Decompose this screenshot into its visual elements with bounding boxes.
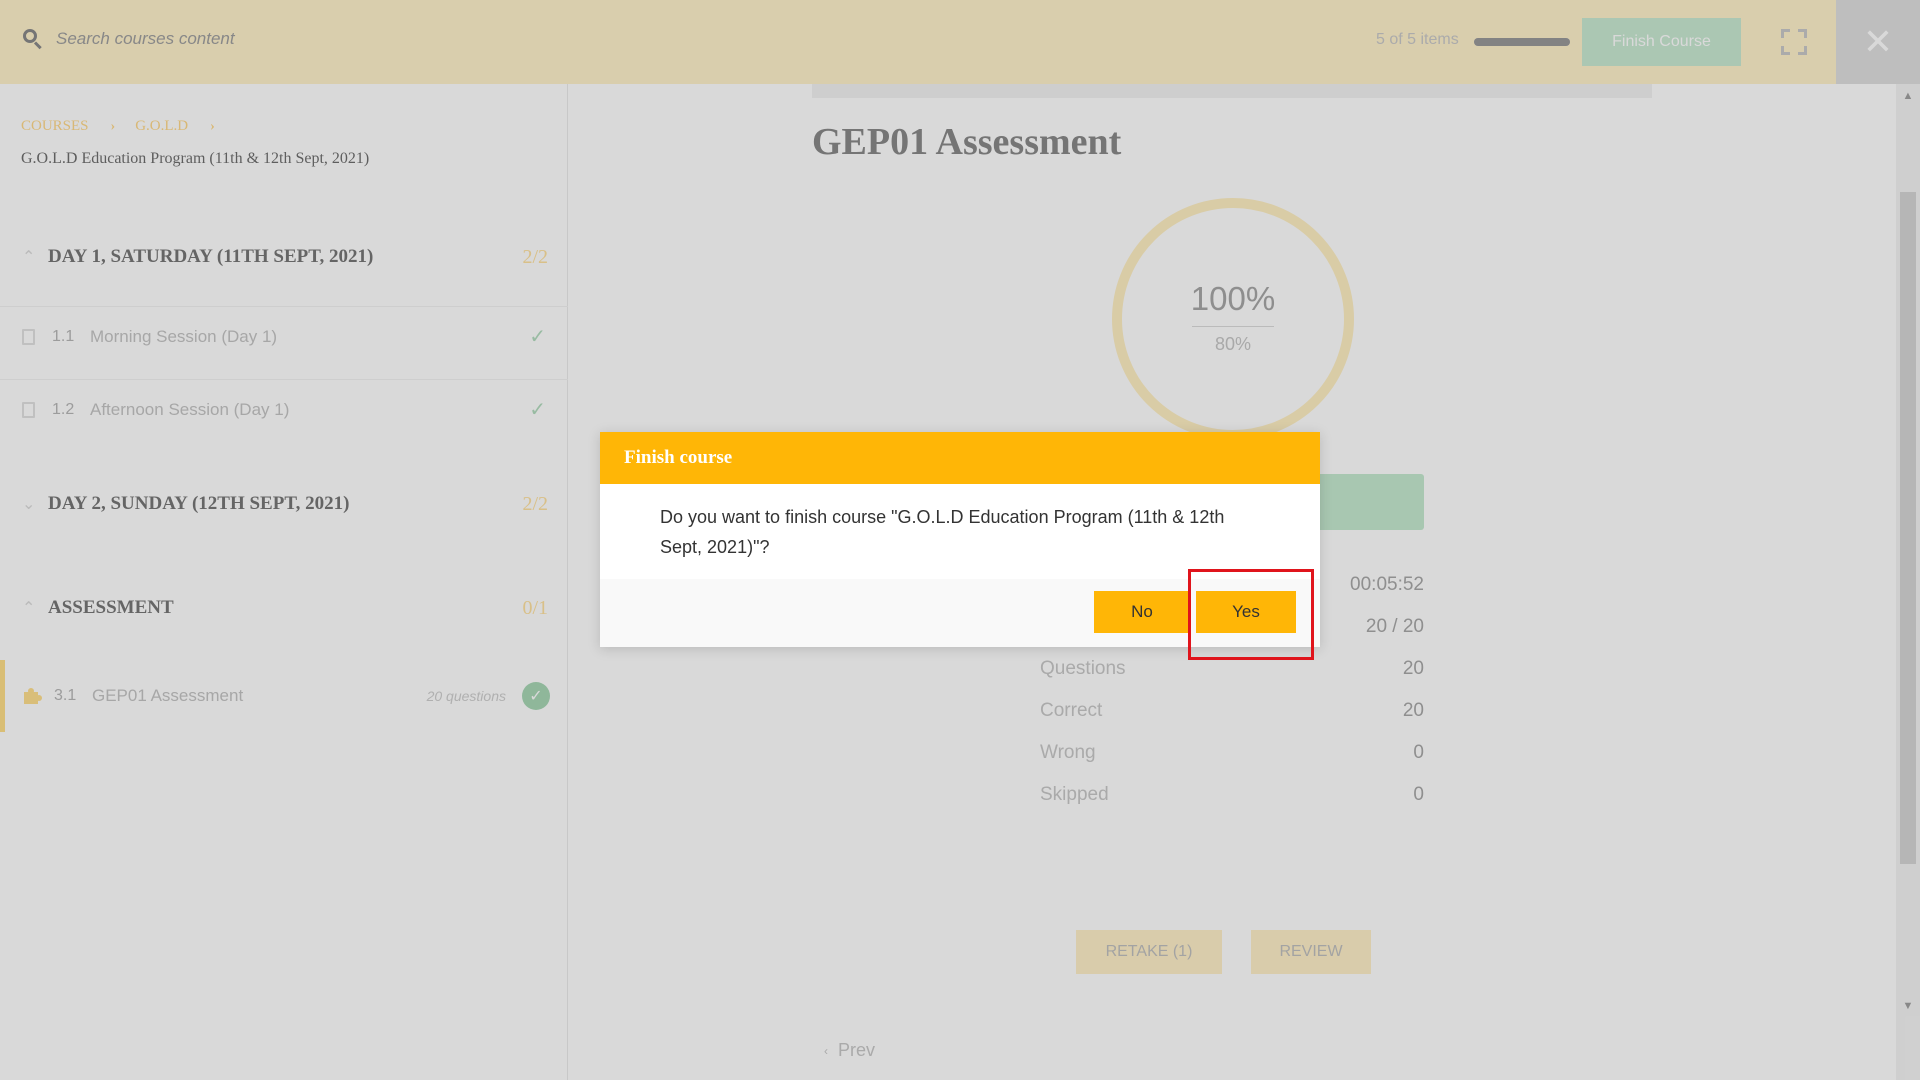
yes-button-highlight: [1188, 569, 1314, 660]
dialog-message: Do you want to finish course "G.O.L.D Ed…: [660, 507, 1225, 557]
dialog-header: Finish course: [600, 432, 1320, 484]
no-button[interactable]: No: [1094, 591, 1190, 633]
dialog-title: Finish course: [624, 447, 733, 468]
